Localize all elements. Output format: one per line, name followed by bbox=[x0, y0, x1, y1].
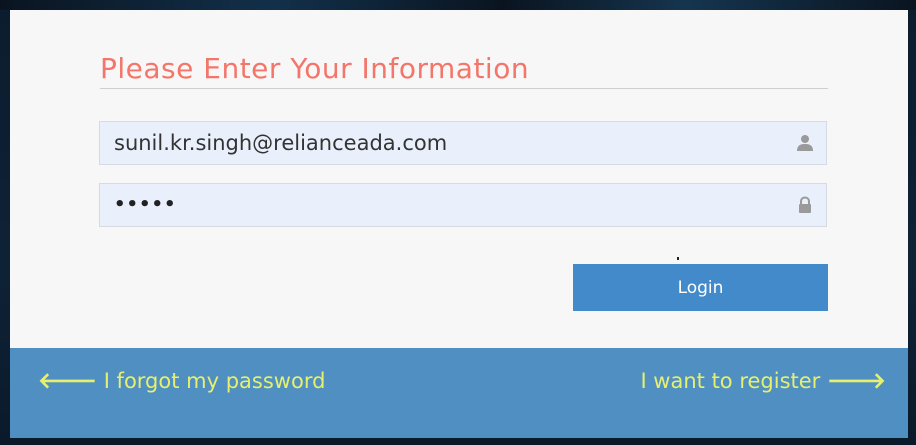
heading-divider bbox=[100, 88, 828, 89]
email-input[interactable] bbox=[100, 122, 794, 164]
password-field[interactable]: ••••• bbox=[99, 183, 827, 227]
login-panel: Please Enter Your Information ••••• Logi… bbox=[10, 10, 908, 438]
arrow-left-icon: 🡐 bbox=[38, 369, 97, 394]
register-label: I want to register bbox=[640, 369, 821, 393]
arrow-right-icon: 🡒 bbox=[827, 369, 886, 394]
register-link[interactable]: I want to register 🡒 bbox=[640, 368, 886, 394]
user-icon bbox=[797, 135, 813, 151]
screen: Please Enter Your Information ••••• Logi… bbox=[0, 0, 916, 445]
mouse-cursor bbox=[677, 257, 679, 260]
forgot-password-label: I forgot my password bbox=[103, 369, 326, 393]
background-decoration bbox=[0, 0, 916, 10]
email-field[interactable] bbox=[99, 121, 827, 165]
login-button[interactable]: Login bbox=[573, 264, 828, 311]
lock-icon bbox=[799, 196, 811, 213]
password-input[interactable]: ••••• bbox=[114, 194, 177, 215]
forgot-password-link[interactable]: 🡐 I forgot my password bbox=[38, 368, 325, 394]
footer-bar: 🡐 I forgot my password I want to registe… bbox=[10, 348, 908, 438]
form-heading: Please Enter Your Information bbox=[100, 52, 530, 85]
